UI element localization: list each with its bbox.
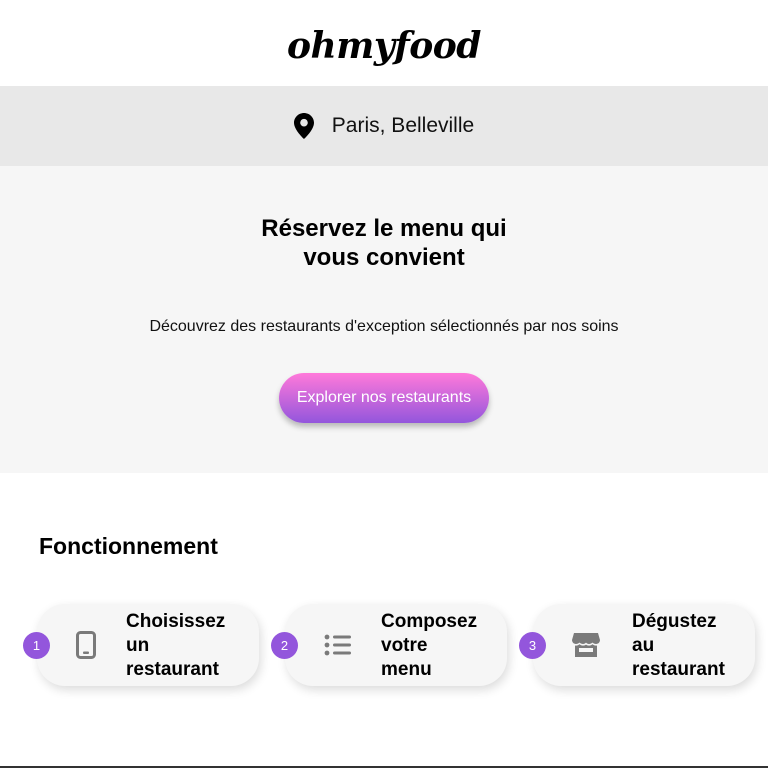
step-label-line: restaurant xyxy=(126,659,219,680)
step-label-line: au xyxy=(632,635,655,656)
page: ohmyfood Paris, Belleville Réservez le m… xyxy=(0,0,768,768)
storefront-icon xyxy=(572,631,600,659)
step-label-line: menu xyxy=(381,659,432,680)
step-number-badge: 1 xyxy=(23,632,50,659)
step-number-badge: 3 xyxy=(519,632,546,659)
step-label-3: Dégustez au restaurant xyxy=(632,610,752,682)
step-label-line: votre xyxy=(381,635,428,656)
step-label-line: Dégustez xyxy=(632,611,717,632)
smartphone-icon xyxy=(72,631,100,659)
step-label-1: Choisissez un restaurant xyxy=(126,610,246,682)
site-header: ohmyfood xyxy=(0,0,768,86)
step-number-badge: 2 xyxy=(271,632,298,659)
map-pin-icon xyxy=(293,113,314,139)
step-label-line: Composez xyxy=(381,611,478,632)
location-text: Paris, Belleville xyxy=(331,114,475,137)
list-icon xyxy=(324,631,352,659)
step-label-line: restaurant xyxy=(632,659,725,680)
hero-title: Réservez le menu qui vous convient xyxy=(234,214,534,272)
step-label-line: Choisissez xyxy=(126,611,226,632)
steps-list: 1 Choisissez un restaurant 2 Composez vo… xyxy=(0,604,768,686)
hero-subtitle: Découvrez des restaurants d'exception sé… xyxy=(149,318,619,335)
hero-title-line2: vous convient xyxy=(303,244,465,271)
section-title: Fonctionnement xyxy=(39,533,218,559)
location-bar: Paris, Belleville xyxy=(0,86,768,166)
explore-restaurants-button[interactable]: Explorer nos restaurants xyxy=(279,373,489,423)
step-label-line: un xyxy=(126,635,150,656)
hero-title-line1: Réservez le menu qui xyxy=(261,215,507,242)
logo[interactable]: ohmyfood xyxy=(287,25,481,67)
step-label-2: Composez votre menu xyxy=(381,610,501,682)
hero-section: Réservez le menu qui vous convient Décou… xyxy=(0,166,768,473)
